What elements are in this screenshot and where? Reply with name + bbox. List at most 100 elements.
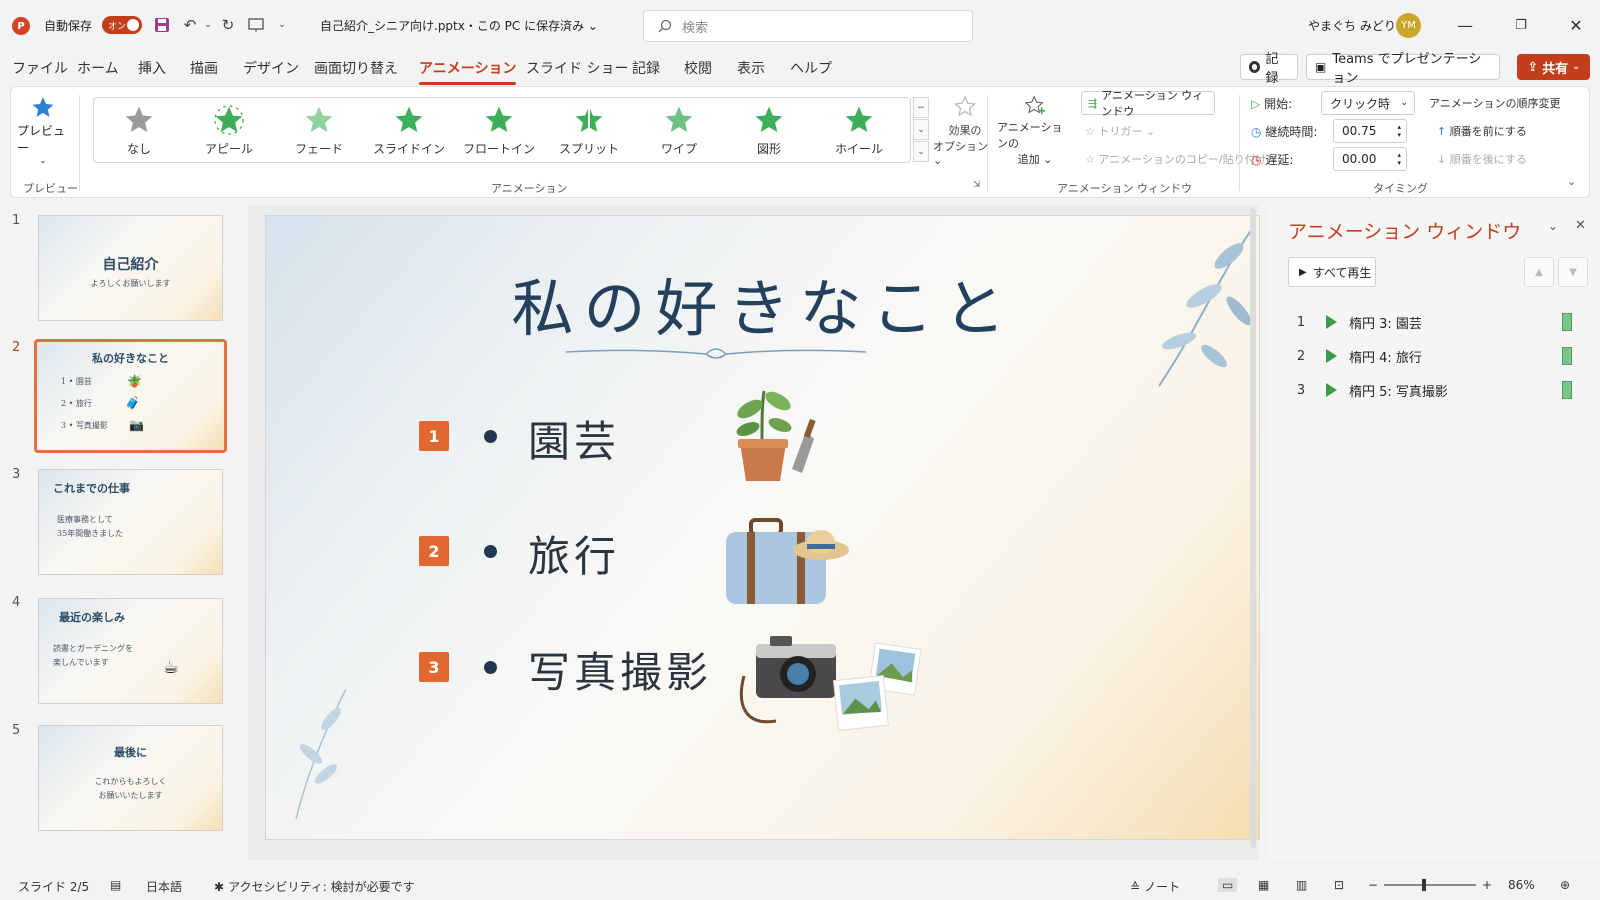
bullet-travel[interactable]: 旅行 [528,523,620,584]
animation-dialog-launcher-icon[interactable]: ⇲ [973,180,981,190]
start-select[interactable]: クリック時 ⌄ [1321,91,1415,115]
start-slideshow-icon[interactable] [246,15,266,35]
tab-record[interactable]: 記録 [632,58,660,78]
play-all-button[interactable]: ▶ すべて再生 [1288,257,1376,287]
normal-view-icon[interactable]: ▭ [1218,878,1238,892]
pane-options-chevron-icon[interactable]: ⌄ [1548,219,1558,233]
tab-draw[interactable]: 描画 [190,58,218,78]
teams-present-button[interactable]: ▣ Teams でプレゼンテーション [1306,52,1500,86]
customize-qat-icon[interactable]: ⌄ [272,15,292,35]
move-earlier-button[interactable]: ↑ 順番を前にする [1437,123,1527,139]
anim-wipe[interactable]: ワイプ [634,98,724,162]
thumbnail-plant-icon: 🪴 [127,374,142,388]
record-button[interactable]: 記録 [1240,52,1298,86]
autosave-toggle[interactable]: オン [102,16,142,34]
timeline-bar[interactable] [1562,313,1572,331]
timeline-bar[interactable] [1562,347,1572,365]
duration-input[interactable]: 00.75 ▴ ▾ [1333,119,1407,143]
redo-icon[interactable]: ↻ [218,15,238,35]
tab-view[interactable]: 表示 [737,58,765,78]
restore-icon[interactable]: ❐ [1508,12,1534,38]
tab-transitions[interactable]: 画面切り替え [314,58,398,78]
add-animation-button[interactable]: アニメーションの 追加 ⌄ [997,95,1073,167]
bullet-gardening[interactable]: 園芸 [528,408,620,469]
preview-button[interactable]: プレビュー ⌄ [17,95,69,165]
tab-help[interactable]: ヘルプ [790,58,832,78]
delay-spinner-icon[interactable]: ▴ ▾ [1397,151,1401,167]
save-icon[interactable] [152,15,172,35]
accessibility-status[interactable]: ✱ アクセシビリティ: 検討が必要です [214,878,415,895]
anim-split-label: スプリット [558,142,619,156]
tab-slideshow[interactable]: スライド ショー [526,58,628,78]
tab-file[interactable]: ファイル [12,58,68,78]
anim-float-in[interactable]: フロートイン [454,98,544,162]
zoom-slider-thumb[interactable] [1422,879,1426,891]
slideshow-view-icon[interactable]: ⊡ [1334,878,1344,892]
slide-counter[interactable]: スライド 2/5 [18,878,89,895]
suitcase-hat-icon [726,518,849,604]
undo-icon[interactable]: ↶ [180,15,200,35]
close-icon[interactable]: ✕ [1563,12,1589,38]
move-down-icon[interactable]: ▼ [1558,257,1588,287]
slide-title[interactable]: 私の好きなこと [266,258,1259,348]
search-input[interactable]: 検索 [643,10,973,42]
zoom-in-icon[interactable]: + [1482,878,1492,892]
document-title[interactable]: 自己紹介_シニア向け.pptx・この PC に保存済み ⌄ [320,17,598,34]
user-name[interactable]: やまぐち みどり [1308,17,1396,34]
animation-marker-2[interactable]: 2 [419,536,449,566]
slide-thumbnail-2[interactable]: 私の好きなこと 1 • 園芸 2 • 旅行 3 • 写真撮影 🪴 🧳 📷 [34,339,227,453]
reading-view-icon[interactable]: ▥ [1296,878,1307,892]
share-button[interactable]: ⇪ 共有 ⌄ [1517,54,1590,80]
animation-list-item[interactable]: 1 楕円 3: 園芸 [1288,309,1588,335]
slide-scrollbar[interactable] [1250,208,1256,848]
thumbnail-bullet: 3 • 写真撮影 [61,421,108,430]
bullet-photography[interactable]: 写真撮影 [528,639,712,700]
language-indicator[interactable]: 日本語 [146,878,182,895]
trigger-button[interactable]: ☆ トリガー ⌄ [1085,123,1155,139]
animation-list-item[interactable]: 2 楕円 4: 旅行 [1288,343,1588,369]
gallery-more-icon[interactable]: ⌄ [913,141,929,162]
fit-to-window-icon[interactable]: ⊕ [1560,878,1570,892]
slide-thumbnail-4[interactable]: 最近の楽しみ 読書とガーデニングを 楽しんでいます ☕ [38,598,223,704]
undo-dropdown-icon[interactable]: ⌄ [198,15,218,35]
ribbon-collapse-icon[interactable]: ⌄ [1567,175,1576,188]
gallery-scroll-down-icon[interactable]: ⌄ [913,119,929,140]
anim-shape[interactable]: 図形 [724,98,814,162]
tab-review[interactable]: 校閲 [684,58,712,78]
tab-design[interactable]: デザイン [243,58,299,78]
animation-pane-icon: ⇶ [1088,96,1098,110]
pane-close-icon[interactable]: ✕ [1575,218,1586,233]
animation-pane-button[interactable]: ⇶ アニメーション ウィンドウ [1081,89,1215,118]
anim-fade[interactable]: フェード [274,98,364,162]
spellcheck-icon[interactable]: ▤ [110,878,121,892]
current-slide[interactable]: 私の好きなこと 1 園芸 2 旅行 3 写真撮影 [265,215,1260,840]
animation-list-item[interactable]: 3 楕円 5: 写真撮影 [1288,377,1588,403]
anim-appear[interactable]: アピール [184,98,274,162]
slide-thumbnail-5[interactable]: 最後に これからもよろしく お願いいたします [38,725,223,831]
duration-spinner-icon[interactable]: ▴ ▾ [1397,123,1401,139]
anim-wheel[interactable]: ホイール [814,98,904,162]
animation-marker-3[interactable]: 3 [419,652,449,682]
tab-insert[interactable]: 挿入 [138,58,166,78]
tab-animations[interactable]: アニメーション [419,58,517,85]
delay-value: 00.00 [1342,152,1377,166]
avatar[interactable]: YM [1396,13,1421,38]
notes-button[interactable]: ≙ ノート [1130,878,1180,895]
anim-fly-in[interactable]: スライドイン [364,98,454,162]
zoom-out-icon[interactable]: − [1368,878,1378,892]
zoom-slider[interactable] [1384,884,1476,886]
gallery-scroll-up-icon[interactable]: − [913,97,929,118]
minimize-icon[interactable]: — [1452,12,1478,38]
delay-input[interactable]: 00.00 ▴ ▾ [1333,147,1407,171]
zoom-level[interactable]: 86% [1508,878,1535,892]
anim-none[interactable]: なし [94,98,184,162]
slide-thumbnail-1[interactable]: 自己紹介 よろしくお願いします [38,215,223,321]
move-later-button[interactable]: ↓ 順番を後にする [1437,151,1527,167]
anim-split[interactable]: スプリット [544,98,634,162]
move-up-icon[interactable]: ▲ [1524,257,1554,287]
slide-sorter-icon[interactable]: ▦ [1258,878,1269,892]
tab-home[interactable]: ホーム [77,58,119,78]
animation-marker-1[interactable]: 1 [419,421,449,451]
slide-thumbnail-3[interactable]: これまでの仕事 医療事務として 35年間働きました [38,469,223,575]
timeline-bar[interactable] [1562,381,1572,399]
